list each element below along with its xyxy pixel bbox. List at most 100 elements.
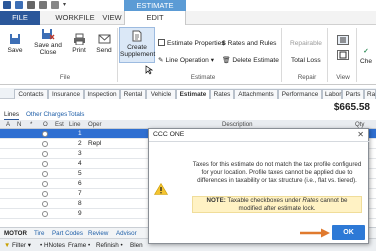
dialog-title: CCC ONE xyxy=(153,131,185,138)
row-line: 9 xyxy=(78,210,82,217)
trash-icon: 🗑 xyxy=(222,57,231,64)
filter-button[interactable]: ▼ Filter ▾ xyxy=(4,240,31,251)
col-header-est[interactable]: Est xyxy=(55,120,64,129)
repair-group-label: Repair xyxy=(297,74,317,81)
repairable-button[interactable]: Repairable xyxy=(290,39,322,49)
dropdown-icon[interactable]: ▾ xyxy=(63,1,69,9)
view-grid-button[interactable] xyxy=(337,50,349,60)
filter-blend[interactable]: Blen xyxy=(130,240,143,251)
close-icon[interactable]: ✕ xyxy=(357,130,364,139)
col-header-o[interactable]: O xyxy=(43,120,48,129)
save-icon xyxy=(10,34,20,44)
envelope-icon xyxy=(98,34,110,44)
row-line: 5 xyxy=(78,170,82,177)
row-line: 2 xyxy=(78,140,82,147)
line-operation-dropdown[interactable]: ✎ Line Operation ▾ xyxy=(158,56,214,66)
ribbon-tab-bar: FILE WORKFILE VIEW EDIT xyxy=(0,11,376,26)
print-button[interactable]: Print xyxy=(68,33,90,54)
bottom-tab-advisor[interactable]: Advisor xyxy=(116,229,137,238)
nav-tab-vehicle[interactable]: Vehicle xyxy=(146,89,176,99)
nav-tab-inspection[interactable]: Inspection xyxy=(84,89,120,99)
dialog-note: NOTE: Taxable checkboxes under Rates can… xyxy=(192,196,362,213)
undo-icon[interactable] xyxy=(51,1,59,9)
ribbon: Save Save and Close Print Send File Crea… xyxy=(0,25,376,85)
document-icon xyxy=(132,30,142,42)
col-header-oper[interactable]: Oper xyxy=(88,120,102,129)
filter-refinish[interactable]: Refinish • xyxy=(96,240,123,251)
row-line: 6 xyxy=(78,180,82,187)
print-icon[interactable] xyxy=(27,1,35,9)
tab-workfile[interactable]: WORKFILE xyxy=(50,11,100,25)
row-line: 3 xyxy=(78,150,82,157)
tab-edit[interactable]: EDIT xyxy=(124,11,186,26)
nav-tab-rental[interactable]: Rental xyxy=(120,89,146,99)
grid-icon xyxy=(339,51,347,59)
col-header-a[interactable]: A xyxy=(6,120,10,129)
tab-file[interactable]: FILE xyxy=(0,11,40,25)
dollar-icon: $ xyxy=(222,40,226,47)
filter-hnotes[interactable]: • HNotes xyxy=(40,240,65,251)
row-line: 1 xyxy=(78,130,82,137)
copy-icon[interactable] xyxy=(39,1,47,9)
save-icon[interactable] xyxy=(15,1,23,9)
ok-button[interactable]: OK xyxy=(332,225,365,240)
note-label: NOTE: xyxy=(206,197,226,204)
filter-frame[interactable]: Frame • xyxy=(68,240,90,251)
row-checkbox[interactable] xyxy=(42,131,48,137)
save-and-close-button[interactable]: Save and Close xyxy=(32,28,64,56)
estimate-properties-button[interactable]: Estimate Properties xyxy=(158,39,225,49)
row-line: 8 xyxy=(78,200,82,207)
bottom-tab-motor[interactable]: MOTOR xyxy=(4,229,27,238)
dialog-message: Taxes for this estimate do not match the… xyxy=(192,161,362,184)
properties-icon xyxy=(158,39,165,46)
dialog-divider xyxy=(149,141,370,142)
check-button[interactable]: ✓ Che xyxy=(360,47,372,67)
warning-icon xyxy=(154,183,168,195)
sub-tabs: Lines Other Charges Totals xyxy=(0,110,376,120)
nav-tab-insurance[interactable]: Insurance xyxy=(48,89,84,99)
tax-warning-dialog: CCC ONE ✕ Taxes for this estimate do not… xyxy=(148,128,370,244)
col-header-n[interactable]: N xyxy=(17,120,21,129)
sub-tab-lines[interactable]: Lines xyxy=(4,110,20,120)
bottom-tab-review[interactable]: Review xyxy=(88,229,108,238)
rates-and-rules-button[interactable]: $ Rates and Rules xyxy=(222,39,276,49)
row-checkbox[interactable] xyxy=(42,201,48,207)
col-header-line[interactable]: Line xyxy=(69,120,81,129)
printer-icon xyxy=(73,33,85,45)
funnel-icon: ▼ xyxy=(4,242,11,249)
create-supplement-button[interactable]: Create Supplement xyxy=(119,27,155,63)
group-divider xyxy=(327,28,328,82)
nav-tab-labor[interactable]: Labor xyxy=(322,89,342,99)
row-checkbox[interactable] xyxy=(42,181,48,187)
delete-estimate-button[interactable]: 🗑 Delete Estimate xyxy=(222,56,279,66)
total-loss-button[interactable]: Total Loss xyxy=(291,56,321,66)
col-header-star[interactable]: * xyxy=(30,120,32,129)
mouse-cursor-icon xyxy=(145,65,153,75)
nav-tab-parts[interactable]: Parts xyxy=(342,89,364,99)
bottom-tab-tire[interactable]: Tire xyxy=(34,229,44,238)
save-button[interactable]: Save xyxy=(4,33,26,54)
sub-tab-totals[interactable]: Totals xyxy=(68,110,84,119)
sub-tab-other-charges[interactable]: Other Charges xyxy=(26,110,67,119)
nav-tab-performance[interactable]: Performance xyxy=(278,89,322,99)
nav-tab-rates[interactable]: Rates xyxy=(210,89,234,99)
nav-tab-contacts[interactable]: Contacts xyxy=(14,89,48,99)
check-icon: ✓ xyxy=(363,48,369,55)
row-checkbox[interactable] xyxy=(42,141,48,147)
list-icon xyxy=(340,37,346,43)
nav-tab-attachments[interactable]: Attachments xyxy=(234,89,278,99)
row-checkbox[interactable] xyxy=(42,191,48,197)
arrow-right-icon xyxy=(300,228,330,238)
row-checkbox[interactable] xyxy=(42,161,48,167)
bottom-tab-part-codes[interactable]: Part Codes xyxy=(52,229,83,238)
row-checkbox[interactable] xyxy=(42,151,48,157)
row-oper: Repl xyxy=(88,140,102,147)
group-divider xyxy=(117,28,118,82)
row-checkbox[interactable] xyxy=(42,171,48,177)
tab-view[interactable]: VIEW xyxy=(100,11,124,25)
nav-tab-more[interactable]: Ra xyxy=(364,89,376,99)
send-button[interactable]: Send xyxy=(93,33,115,54)
row-checkbox[interactable] xyxy=(42,211,48,217)
view-toggle-button[interactable] xyxy=(337,35,349,45)
app-icon[interactable] xyxy=(3,1,11,9)
